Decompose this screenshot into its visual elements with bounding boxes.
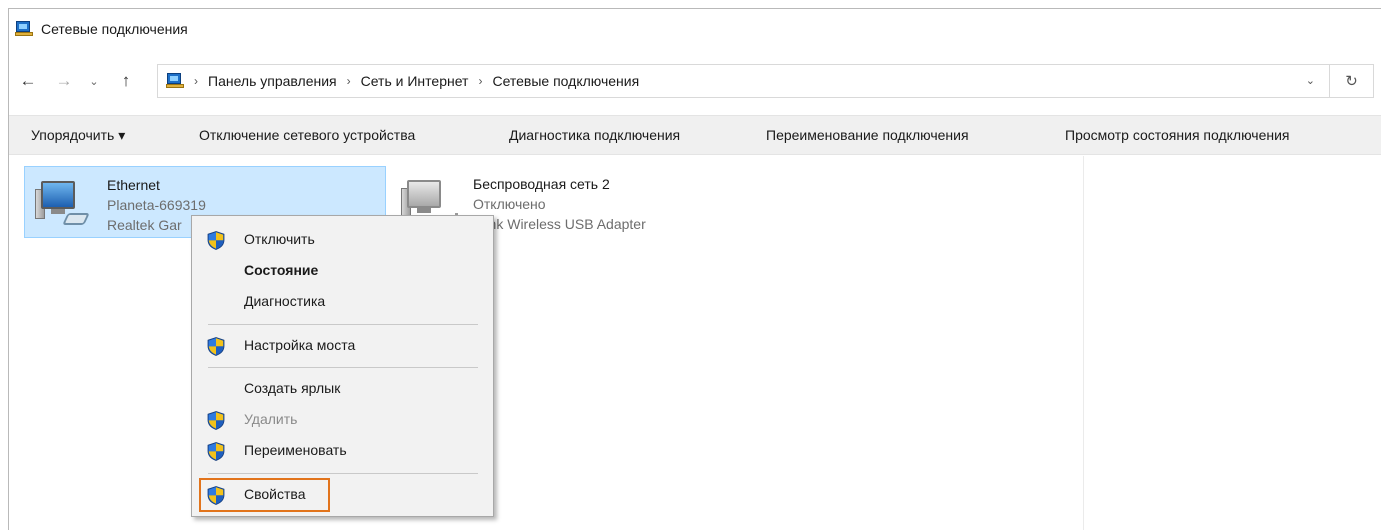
menu-item-delete[interactable]: Удалить [195, 405, 490, 435]
connection-name: Беспроводная сеть 2 [473, 176, 610, 192]
menu-item-diagnose[interactable]: Диагностика [195, 287, 490, 317]
properties-highlight-box [199, 478, 330, 512]
menu-item-create-shortcut[interactable]: Создать ярлык [195, 374, 490, 404]
organize-button[interactable]: Упорядочить ▾ [31, 127, 125, 144]
breadcrumb-network-internet[interactable]: Сеть и Интернет [361, 73, 469, 89]
menu-item-disable[interactable]: Отключить [195, 225, 490, 255]
up-arrow-icon[interactable]: ↑ [113, 66, 139, 96]
view-status-button[interactable]: Просмотр состояния подключения [1065, 127, 1290, 143]
connection-adapter: -Link Wireless USB Adapter [473, 216, 646, 232]
diagnose-connection-button[interactable]: Диагностика подключения [509, 127, 680, 143]
address-field[interactable]: › Панель управления › Сеть и Интернет › … [157, 64, 1330, 98]
location-icon [166, 73, 184, 89]
uac-shield-icon [207, 231, 225, 250]
connection-name: Ethernet [107, 177, 160, 193]
chevron-right-icon[interactable]: › [347, 74, 351, 88]
chevron-right-icon[interactable]: › [478, 74, 482, 88]
uac-shield-icon [207, 411, 225, 430]
uac-shield-icon [207, 337, 225, 356]
connection-status: Отключено [473, 196, 546, 212]
column-divider [1083, 156, 1084, 530]
breadcrumb-network-connections[interactable]: Сетевые подключения [492, 73, 639, 89]
ethernet-adapter-icon [35, 177, 90, 229]
rename-connection-button[interactable]: Переименование подключения [766, 127, 969, 143]
command-bar: Упорядочить ▾ Отключение сетевого устрой… [9, 115, 1381, 155]
recent-locations-chevron-icon[interactable]: ⌄ [85, 66, 103, 96]
uac-shield-icon [207, 442, 225, 461]
network-connections-icon [15, 21, 33, 37]
window-title: Сетевые подключения [41, 21, 188, 37]
context-menu: Отключить Состояние Диагностика Настройк… [191, 215, 494, 517]
disable-device-button[interactable]: Отключение сетевого устройства [199, 127, 415, 143]
connection-status: Planeta-669319 [107, 197, 206, 213]
menu-separator [208, 473, 478, 474]
title-bar: Сетевые подключения [9, 9, 1381, 49]
menu-item-bridge[interactable]: Настройка моста [195, 331, 490, 361]
address-dropdown-icon[interactable]: ⌄ [1306, 74, 1315, 87]
forward-arrow-icon[interactable]: → [51, 66, 77, 96]
breadcrumb-control-panel[interactable]: Панель управления [208, 73, 337, 89]
refresh-icon[interactable]: ↻ [1330, 64, 1374, 98]
back-arrow-icon[interactable]: ← [15, 66, 41, 96]
menu-separator [208, 367, 478, 368]
address-bar-row: ← → ⌄ ↑ › Панель управления › Сеть и Инт… [9, 64, 1381, 98]
menu-item-status[interactable]: Состояние [195, 256, 490, 286]
menu-item-rename[interactable]: Переименовать [195, 436, 490, 466]
menu-separator [208, 324, 478, 325]
chevron-right-icon[interactable]: › [194, 74, 198, 88]
